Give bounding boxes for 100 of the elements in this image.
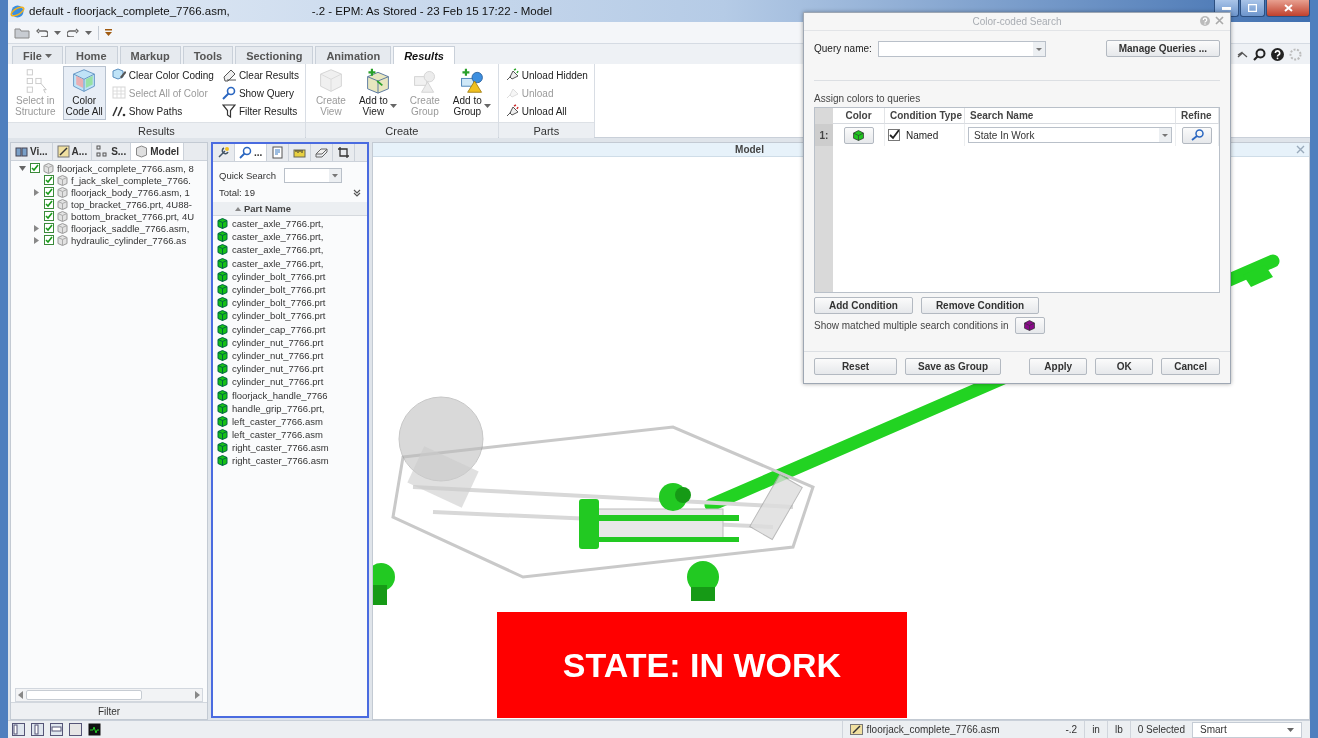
tree-item[interactable]: bottom_bracket_7766.prt, 4U — [71, 210, 195, 222]
filter-button[interactable]: Filter — [11, 702, 207, 719]
condition-button[interactable]: Add Condition — [814, 297, 913, 314]
grid-select-icon — [111, 86, 126, 100]
part-name[interactable]: floorjack_handle_7766 — [232, 389, 328, 401]
layout-icon[interactable] — [31, 723, 44, 736]
expand-icon[interactable] — [353, 188, 361, 197]
selection-filter-dropdown[interactable]: Smart — [1192, 721, 1302, 738]
part-name[interactable]: caster_axle_7766.prt, — [232, 218, 324, 230]
part-name[interactable]: caster_axle_7766.prt, — [232, 257, 324, 269]
ribbon-button[interactable]: Clear Results — [219, 66, 301, 84]
ribbon-button[interactable]: Unload Hidden — [502, 66, 590, 84]
layout-icon[interactable] — [69, 723, 82, 736]
ribbon-button[interactable]: Show Query — [219, 84, 301, 102]
checkbox[interactable] — [44, 235, 54, 245]
ribbon-button[interactable]: Add to View — [355, 66, 400, 120]
quick-search-field[interactable] — [284, 168, 343, 183]
layout-icon[interactable] — [12, 723, 25, 736]
part-name[interactable]: right_caster_7766.asm — [232, 442, 329, 454]
tree-item[interactable]: f_jack_skel_complete_7766. — [71, 174, 191, 186]
maximize-button[interactable] — [1240, 0, 1265, 17]
scroll-left-icon[interactable] — [16, 691, 26, 699]
ribbon-tab[interactable]: Home — [64, 46, 118, 64]
monitor-icon[interactable] — [88, 723, 101, 736]
checkbox[interactable] — [30, 163, 40, 173]
column-header[interactable]: Part Name — [213, 202, 367, 216]
caret-icon[interactable] — [85, 30, 92, 35]
panel-tab[interactable]: Vi... — [11, 143, 53, 160]
manage-queries-button[interactable]: Manage Queries ... — [1105, 40, 1220, 57]
part-name[interactable]: cylinder_bolt_7766.prt — [232, 284, 326, 296]
condition-button[interactable]: Remove Condition — [920, 297, 1040, 314]
part-name[interactable]: handle_grip_7766.prt, — [232, 402, 325, 414]
ribbon-button[interactable]: Unload All — [502, 102, 590, 120]
dialog-button[interactable]: Apply — [1029, 358, 1088, 375]
ribbon-tab[interactable]: Markup — [119, 46, 181, 64]
panel-tab[interactable]: Model — [131, 143, 185, 160]
scroll-right-icon[interactable] — [192, 691, 202, 699]
checkbox[interactable] — [888, 129, 900, 141]
part-name[interactable]: cylinder_bolt_7766.prt — [232, 270, 326, 282]
panel-tab[interactable]: A... — [52, 143, 93, 160]
collapsed-arrow-icon[interactable] — [33, 224, 40, 232]
expanded-arrow-icon[interactable] — [19, 164, 26, 172]
part-name[interactable]: cylinder_bolt_7766.prt — [232, 297, 326, 309]
close-button[interactable] — [1266, 0, 1310, 17]
help-icon[interactable] — [1271, 47, 1284, 61]
dialog-button[interactable]: Save as Group — [905, 358, 1002, 375]
search-icon[interactable] — [1253, 47, 1266, 61]
checkbox[interactable] — [44, 211, 54, 221]
ribbon-tab[interactable]: Tools — [182, 46, 234, 64]
folder-icon[interactable] — [14, 26, 30, 39]
dialog-button[interactable]: OK — [1095, 358, 1154, 375]
search-name-dropdown[interactable]: State In Work — [968, 127, 1172, 143]
undo-icon[interactable] — [36, 28, 48, 37]
part-name[interactable]: cylinder_nut_7766.prt — [232, 336, 324, 348]
color-button[interactable] — [843, 126, 874, 144]
part-name[interactable]: right_caster_7766.asm — [232, 455, 329, 467]
ribbon-button[interactable]: Clear Color Coding — [109, 66, 216, 84]
ribbon-tab[interactable]: Results — [393, 46, 455, 64]
ribbon-button[interactable]: Show Paths — [109, 102, 216, 120]
redo-icon[interactable] — [67, 28, 79, 37]
query-name-field[interactable] — [877, 40, 1046, 57]
color-button[interactable] — [1014, 317, 1045, 334]
layout-icon[interactable] — [50, 723, 63, 736]
collapsed-arrow-icon[interactable] — [33, 188, 40, 196]
horizontal-scrollbar[interactable] — [15, 688, 203, 702]
customize-icon[interactable] — [105, 29, 112, 36]
checkbox[interactable] — [44, 187, 54, 197]
checkbox[interactable] — [44, 223, 54, 233]
ribbon-tab[interactable]: Animation — [315, 46, 392, 64]
refine-button[interactable] — [1182, 126, 1212, 144]
part-name[interactable]: left_caster_7766.asm — [232, 415, 323, 427]
tree-item[interactable]: floorjack_body_7766.asm, 1 — [71, 186, 190, 198]
ribbon-button[interactable]: Add to Group — [449, 66, 494, 120]
checkbox[interactable] — [44, 175, 54, 185]
tree-item[interactable]: top_bracket_7766.prt, 4U88- — [71, 198, 192, 210]
part-cube-icon — [217, 218, 228, 230]
ribbon-button[interactable]: Color Code All — [62, 66, 106, 120]
tree-item[interactable]: floorjack_complete_7766.asm, 8 — [57, 162, 194, 174]
dialog-button[interactable]: Reset — [814, 358, 897, 375]
part-name[interactable]: cylinder_nut_7766.prt — [232, 349, 324, 361]
binoculars-icon — [15, 145, 28, 158]
part-cube-icon — [217, 363, 228, 375]
part-name[interactable]: cylinder_nut_7766.prt — [232, 376, 324, 388]
caret-icon[interactable] — [54, 30, 61, 35]
ribbon-button[interactable]: Filter Results — [219, 102, 301, 120]
checkbox[interactable] — [44, 199, 54, 209]
collapsed-arrow-icon[interactable] — [33, 236, 40, 244]
dialog-button[interactable]: Cancel — [1161, 358, 1220, 375]
part-name[interactable]: caster_axle_7766.prt, — [232, 244, 324, 256]
tree-item[interactable]: hydraulic_cylinder_7766.as — [71, 234, 187, 246]
ribbon-tab[interactable]: File — [12, 46, 63, 64]
collapse-ribbon-icon[interactable] — [1237, 50, 1248, 58]
ribbon-tab[interactable]: Sectioning — [235, 46, 314, 64]
part-name[interactable]: caster_axle_7766.prt, — [232, 231, 324, 243]
panel-tab[interactable]: ... — [235, 144, 268, 161]
part-name[interactable]: cylinder_nut_7766.prt — [232, 363, 324, 375]
part-name[interactable]: cylinder_cap_7766.prt — [232, 323, 326, 335]
part-name[interactable]: left_caster_7766.asm — [232, 429, 323, 441]
tree-item[interactable]: floorjack_saddle_7766.asm, — [71, 222, 190, 234]
part-name[interactable]: cylinder_bolt_7766.prt — [232, 310, 326, 322]
